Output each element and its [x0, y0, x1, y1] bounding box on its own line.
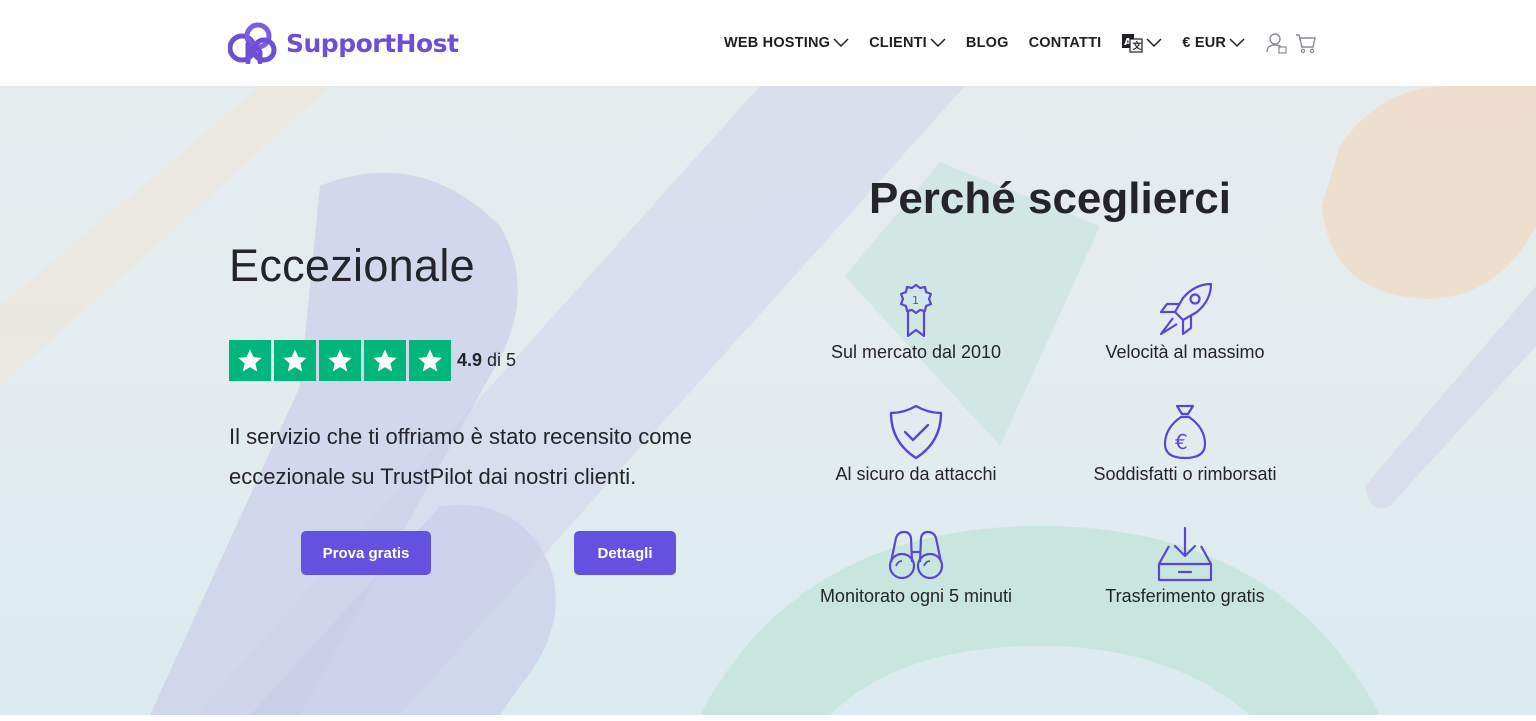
logo-icon: [228, 22, 277, 64]
feature-label: Soddisfatti o rimborsati: [1093, 464, 1277, 484]
feature-label: Al sicuro da attacchi: [835, 464, 997, 484]
chevron-down-icon: [930, 38, 946, 48]
nav-blog[interactable]: BLOG: [966, 35, 1009, 51]
rating-text: 4.9 di 5: [457, 350, 516, 371]
shield-check-icon: [889, 404, 943, 460]
language-selector[interactable]: A 文: [1121, 33, 1162, 53]
cart-icon[interactable]: [1295, 32, 1317, 54]
nav-contatti[interactable]: CONTATTI: [1029, 35, 1102, 51]
chevron-down-icon: [833, 38, 849, 48]
user-icon[interactable]: [1265, 32, 1287, 54]
hero-description: Il servizio che ti offriamo è stato rece…: [229, 424, 693, 489]
currency-selector[interactable]: € EUR: [1182, 35, 1245, 51]
star-icon: [409, 340, 451, 381]
svg-text:€: €: [1175, 430, 1188, 454]
rating-score: 4.9: [457, 350, 483, 370]
nav-blog-label: BLOG: [965, 35, 1009, 51]
logo-text: SupportHost: [286, 28, 459, 58]
rating-suffix: di 5: [487, 350, 517, 370]
currency-label: € EUR: [1182, 35, 1227, 51]
chevron-down-icon: [1229, 38, 1245, 48]
binoculars-icon: [888, 530, 944, 580]
why-choose-us-title: Perché sceglierci: [868, 174, 1231, 223]
feature-label: Sul mercato dal 2010: [830, 342, 1002, 362]
svg-text:1: 1: [912, 294, 919, 307]
hero-headline: Eccezionale: [229, 240, 475, 291]
details-button[interactable]: Dettagli: [574, 531, 676, 575]
feature-money-back: € Soddisfatti o rimborsati: [1055, 404, 1315, 485]
chevron-down-icon: [1146, 38, 1162, 48]
feature-security: Al sicuro da attacchi: [786, 404, 1046, 485]
feature-speed: Velocità al massimo: [1055, 282, 1315, 363]
feature-label: Velocità al massimo: [1105, 342, 1265, 362]
feature-since-2010: 1 Sul mercato dal 2010: [786, 282, 1046, 363]
nav-clienti-label: CLIENTI: [869, 35, 927, 51]
money-bag-euro-icon: €: [1163, 404, 1207, 460]
rocket-icon: [1159, 282, 1213, 336]
hero-section: Eccezionale 4.9 di 5 Il servizio che ti …: [0, 86, 1536, 715]
download-tray-icon: [1157, 526, 1213, 582]
background-decoration: [0, 86, 1536, 715]
feature-label: Monitorato ogni 5 minuti: [819, 586, 1013, 606]
main-nav: WEB HOSTING CLIENTI BLOG CONTATTI A 文 € …: [724, 30, 1325, 56]
logo[interactable]: SupportHost: [228, 22, 459, 64]
star-icon: [319, 340, 361, 381]
star-icon: [364, 340, 406, 381]
nav-contatti-label: CONTATTI: [1028, 35, 1102, 51]
award-ribbon-icon: 1: [899, 283, 933, 338]
free-trial-button[interactable]: Prova gratis: [301, 531, 431, 575]
feature-free-transfer: Trasferimento gratis: [1055, 526, 1315, 607]
star-icon: [274, 340, 316, 381]
nav-web-hosting[interactable]: WEB HOSTING: [724, 35, 849, 51]
feature-monitoring: Monitorato ogni 5 minuti: [786, 526, 1046, 607]
svg-text:文: 文: [1132, 40, 1143, 52]
nav-clienti[interactable]: CLIENTI: [869, 35, 946, 51]
trustpilot-stars: [229, 340, 451, 381]
feature-label: Trasferimento gratis: [1105, 586, 1265, 606]
nav-web-hosting-label: WEB HOSTING: [724, 35, 831, 51]
site-header: SupportHost WEB HOSTING CLIENTI BLOG CON…: [0, 0, 1536, 86]
star-icon: [229, 340, 271, 381]
translate-icon: A 文: [1122, 34, 1143, 53]
bottom-strip: [0, 715, 1536, 721]
